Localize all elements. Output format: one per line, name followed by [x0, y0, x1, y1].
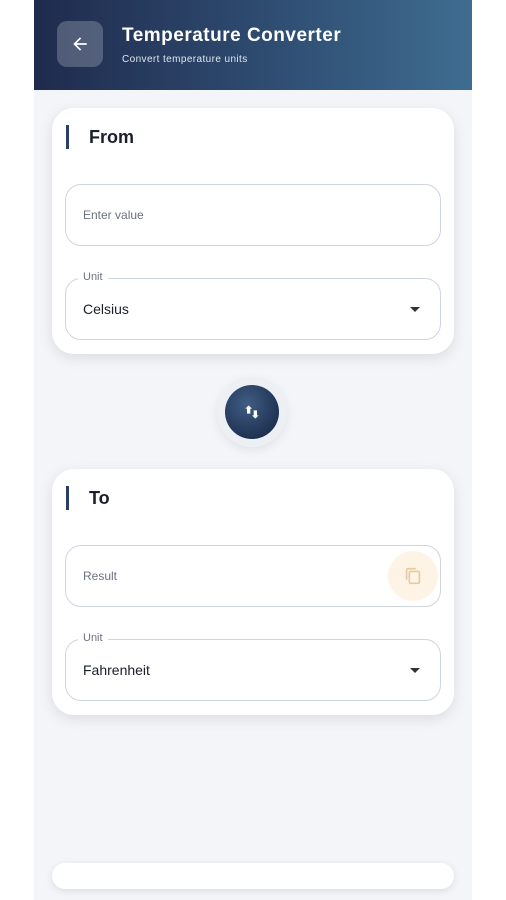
swap-button-container — [217, 377, 287, 447]
to-unit-value: Fahrenheit — [83, 662, 150, 678]
copy-icon — [405, 567, 421, 585]
back-button[interactable] — [57, 21, 103, 67]
to-unit-label: Unit — [78, 632, 108, 644]
to-card-title: To — [66, 486, 110, 510]
result-output — [83, 569, 383, 583]
from-card: From Unit Celsius — [52, 108, 454, 354]
to-unit-select[interactable]: Unit Fahrenheit — [65, 632, 441, 701]
from-unit-label: Unit — [78, 271, 108, 283]
page-subtitle: Convert temperature units — [122, 54, 248, 65]
from-unit-value: Celsius — [83, 301, 129, 317]
page-title: Temperature Converter — [122, 25, 342, 46]
bottom-card — [52, 863, 454, 889]
from-unit-select[interactable]: Unit Celsius — [65, 271, 441, 340]
app-header: Temperature Converter Convert temperatur… — [34, 0, 472, 90]
swap-vertical-icon — [245, 405, 259, 419]
result-field — [65, 545, 441, 607]
chevron-down-icon — [410, 668, 420, 673]
from-card-title: From — [66, 125, 134, 149]
chevron-down-icon — [410, 307, 420, 312]
from-value-input[interactable] — [83, 208, 383, 222]
copy-result-button[interactable] — [388, 551, 438, 601]
swap-units-button[interactable] — [225, 385, 279, 439]
arrow-left-icon — [73, 37, 87, 51]
from-value-field[interactable] — [65, 184, 441, 246]
to-card: To Unit Fahrenheit — [52, 469, 454, 715]
app-screen: Temperature Converter Convert temperatur… — [34, 0, 472, 900]
